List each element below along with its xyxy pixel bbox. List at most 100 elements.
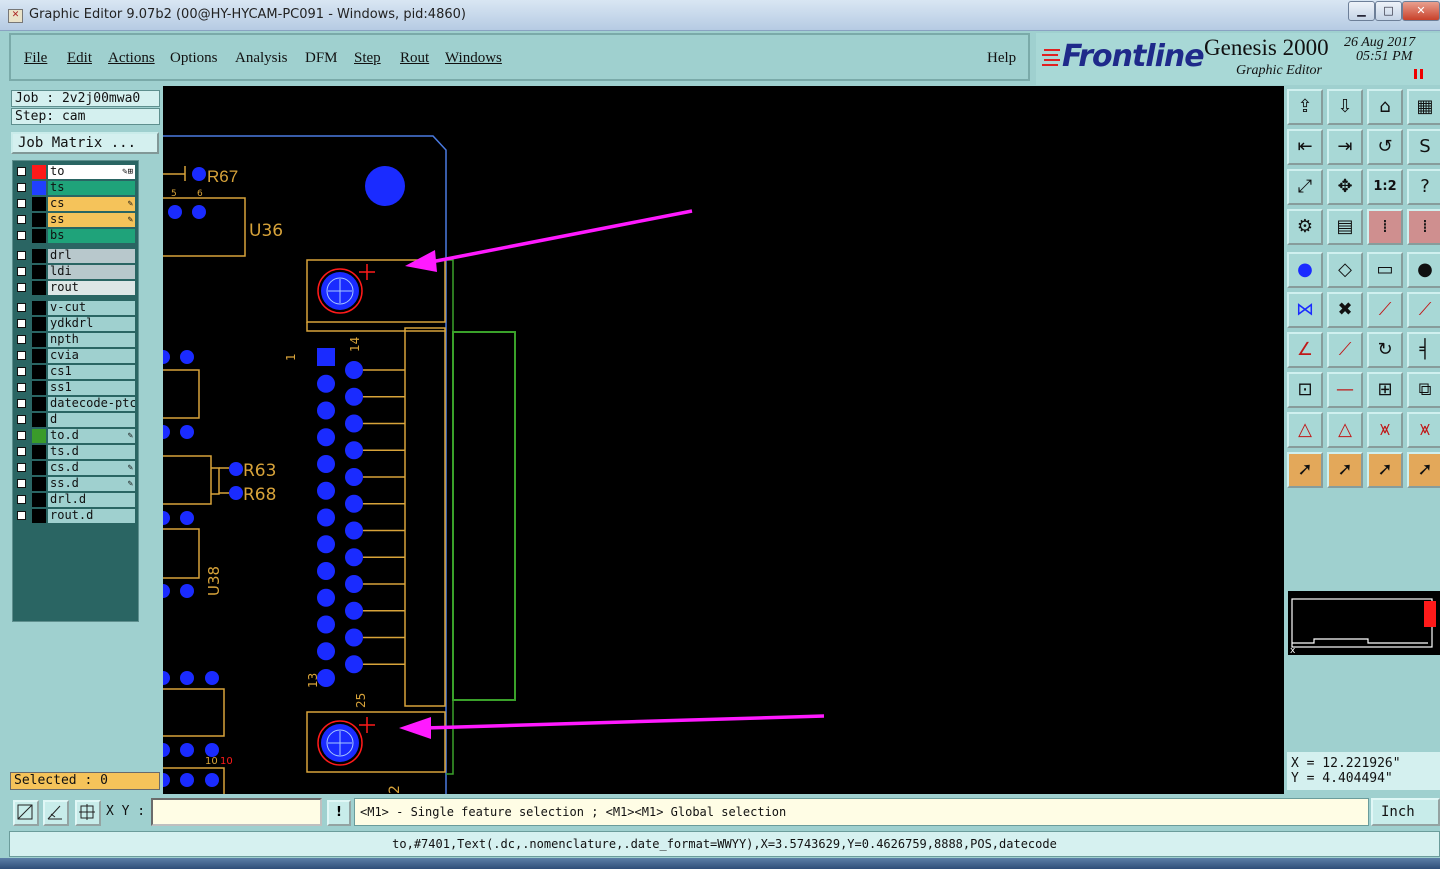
layer-row[interactable]: ldi (15, 265, 135, 279)
layer-color-swatch[interactable] (32, 477, 46, 491)
layer-color-swatch[interactable] (32, 197, 46, 211)
snap-center-button[interactable] (75, 800, 101, 826)
layer-color-swatch[interactable] (32, 397, 46, 411)
layer-row[interactable]: ss1 (15, 381, 135, 395)
units-selector[interactable]: Inch (1371, 798, 1440, 826)
layer-row[interactable]: bs (15, 229, 135, 243)
tool-button[interactable]: ● (1407, 252, 1440, 288)
maximize-button[interactable]: □ (1375, 1, 1402, 21)
tool-button[interactable]: ╡ (1407, 332, 1440, 368)
layer-checkbox[interactable] (17, 215, 26, 224)
layer-checkbox[interactable] (17, 447, 26, 456)
layer-name[interactable]: ss.d ✎ (48, 477, 135, 491)
layer-checkbox[interactable] (17, 399, 26, 408)
pause-icon[interactable] (1414, 69, 1423, 79)
layer-row[interactable]: ss ✎ (15, 213, 135, 227)
tool-button[interactable]: ➚ (1367, 452, 1403, 488)
layer-name[interactable]: cs.d ✎ (48, 461, 135, 475)
layer-row[interactable]: cs ✎ (15, 197, 135, 211)
tool-button[interactable]: ⋈ (1287, 292, 1323, 328)
layer-checkbox[interactable] (17, 351, 26, 360)
tool-button[interactable]: ⧉ (1407, 372, 1440, 408)
layer-row[interactable]: to.d ✎ (15, 429, 135, 443)
layer-row[interactable]: datecode-ptc (15, 397, 135, 411)
tool-button[interactable]: ▦ (1407, 89, 1440, 125)
layer-color-swatch[interactable] (32, 461, 46, 475)
layer-color-swatch[interactable] (32, 317, 46, 331)
layer-name[interactable]: npth (48, 333, 135, 347)
layer-row[interactable]: drl.d (15, 493, 135, 507)
tool-button[interactable]: ⇤ (1287, 129, 1323, 165)
job-matrix-button[interactable]: Job Matrix ... (11, 132, 159, 154)
layer-name[interactable]: drl (48, 249, 135, 263)
tool-button[interactable]: ⁞ (1407, 209, 1440, 245)
tool-button[interactable]: ▭ (1367, 252, 1403, 288)
layer-color-swatch[interactable] (32, 365, 46, 379)
layer-name[interactable]: cvia (48, 349, 135, 363)
tool-button[interactable]: ⩙ (1407, 412, 1440, 448)
menu-windows[interactable]: Windows (445, 50, 502, 67)
menu-step[interactable]: Step (354, 50, 381, 67)
menu-analysis[interactable]: Analysis (235, 50, 288, 67)
xy-input[interactable] (151, 798, 322, 826)
layer-checkbox[interactable] (17, 383, 26, 392)
tool-button[interactable]: ⟋ (1367, 292, 1403, 328)
layer-checkbox[interactable] (17, 335, 26, 344)
layer-row[interactable]: ts.d (15, 445, 135, 459)
layer-row[interactable]: rout (15, 281, 135, 295)
execute-button[interactable]: ! (327, 800, 351, 826)
layer-color-swatch[interactable] (32, 349, 46, 363)
tool-button[interactable]: ↺ (1367, 129, 1403, 165)
layer-checkbox[interactable] (17, 463, 26, 472)
layer-color-swatch[interactable] (32, 413, 46, 427)
tool-button[interactable]: ⩙ (1367, 412, 1403, 448)
layer-name[interactable]: ts (48, 181, 135, 195)
tool-button[interactable]: ⌂ (1367, 89, 1403, 125)
layer-name[interactable]: ldi (48, 265, 135, 279)
tool-button[interactable]: △ (1287, 412, 1323, 448)
snap-angle-button[interactable] (43, 800, 69, 826)
layer-checkbox[interactable] (17, 283, 26, 292)
layer-name[interactable]: bs (48, 229, 135, 243)
menu-actions[interactable]: Actions (108, 50, 155, 67)
tool-button[interactable]: ⁞ (1367, 209, 1403, 245)
tool-button[interactable]: ✥ (1327, 169, 1363, 205)
tool-button[interactable]: ⟋ (1327, 332, 1363, 368)
tool-button[interactable]: ⤢ (1287, 169, 1323, 205)
tool-button[interactable]: S (1407, 129, 1440, 165)
menu-file[interactable]: File (24, 50, 47, 67)
layer-color-swatch[interactable] (32, 181, 46, 195)
tool-button[interactable]: ⚙ (1287, 209, 1323, 245)
layer-name[interactable]: ss1 (48, 381, 135, 395)
layer-checkbox[interactable] (17, 511, 26, 520)
tool-button[interactable]: ⇪ (1287, 89, 1323, 125)
layer-color-swatch[interactable] (32, 281, 46, 295)
layer-checkbox[interactable] (17, 167, 26, 176)
layer-row[interactable]: cvia (15, 349, 135, 363)
tool-button[interactable]: ➚ (1327, 452, 1363, 488)
layer-color-swatch[interactable] (32, 229, 46, 243)
tool-button[interactable]: 1:2 (1367, 169, 1403, 205)
layer-color-swatch[interactable] (32, 445, 46, 459)
layer-color-swatch[interactable] (32, 381, 46, 395)
tool-button[interactable]: ? (1407, 169, 1440, 205)
layer-row[interactable]: rout.d (15, 509, 135, 523)
layer-name[interactable]: ydkdrl (48, 317, 135, 331)
layer-color-swatch[interactable] (32, 509, 46, 523)
layer-checkbox[interactable] (17, 199, 26, 208)
layer-name[interactable]: datecode-ptc (48, 397, 135, 411)
layer-color-swatch[interactable] (32, 301, 46, 315)
layer-color-swatch[interactable] (32, 249, 46, 263)
graphic-canvas[interactable]: R67 5 6 U36 1 14 13 25 R63 R68 U38 10 10… (163, 86, 1284, 794)
layer-checkbox[interactable] (17, 367, 26, 376)
layer-name[interactable]: cs ✎ (48, 197, 135, 211)
layer-checkbox[interactable] (17, 495, 26, 504)
tool-button[interactable]: ⇩ (1327, 89, 1363, 125)
tool-button[interactable]: ⊡ (1287, 372, 1323, 408)
tool-button[interactable]: ↻ (1367, 332, 1403, 368)
layer-color-swatch[interactable] (32, 333, 46, 347)
menu-rout[interactable]: Rout (400, 50, 429, 67)
layer-row[interactable]: cs1 (15, 365, 135, 379)
tool-button[interactable]: ◇ (1327, 252, 1363, 288)
layer-name[interactable]: rout (48, 281, 135, 295)
